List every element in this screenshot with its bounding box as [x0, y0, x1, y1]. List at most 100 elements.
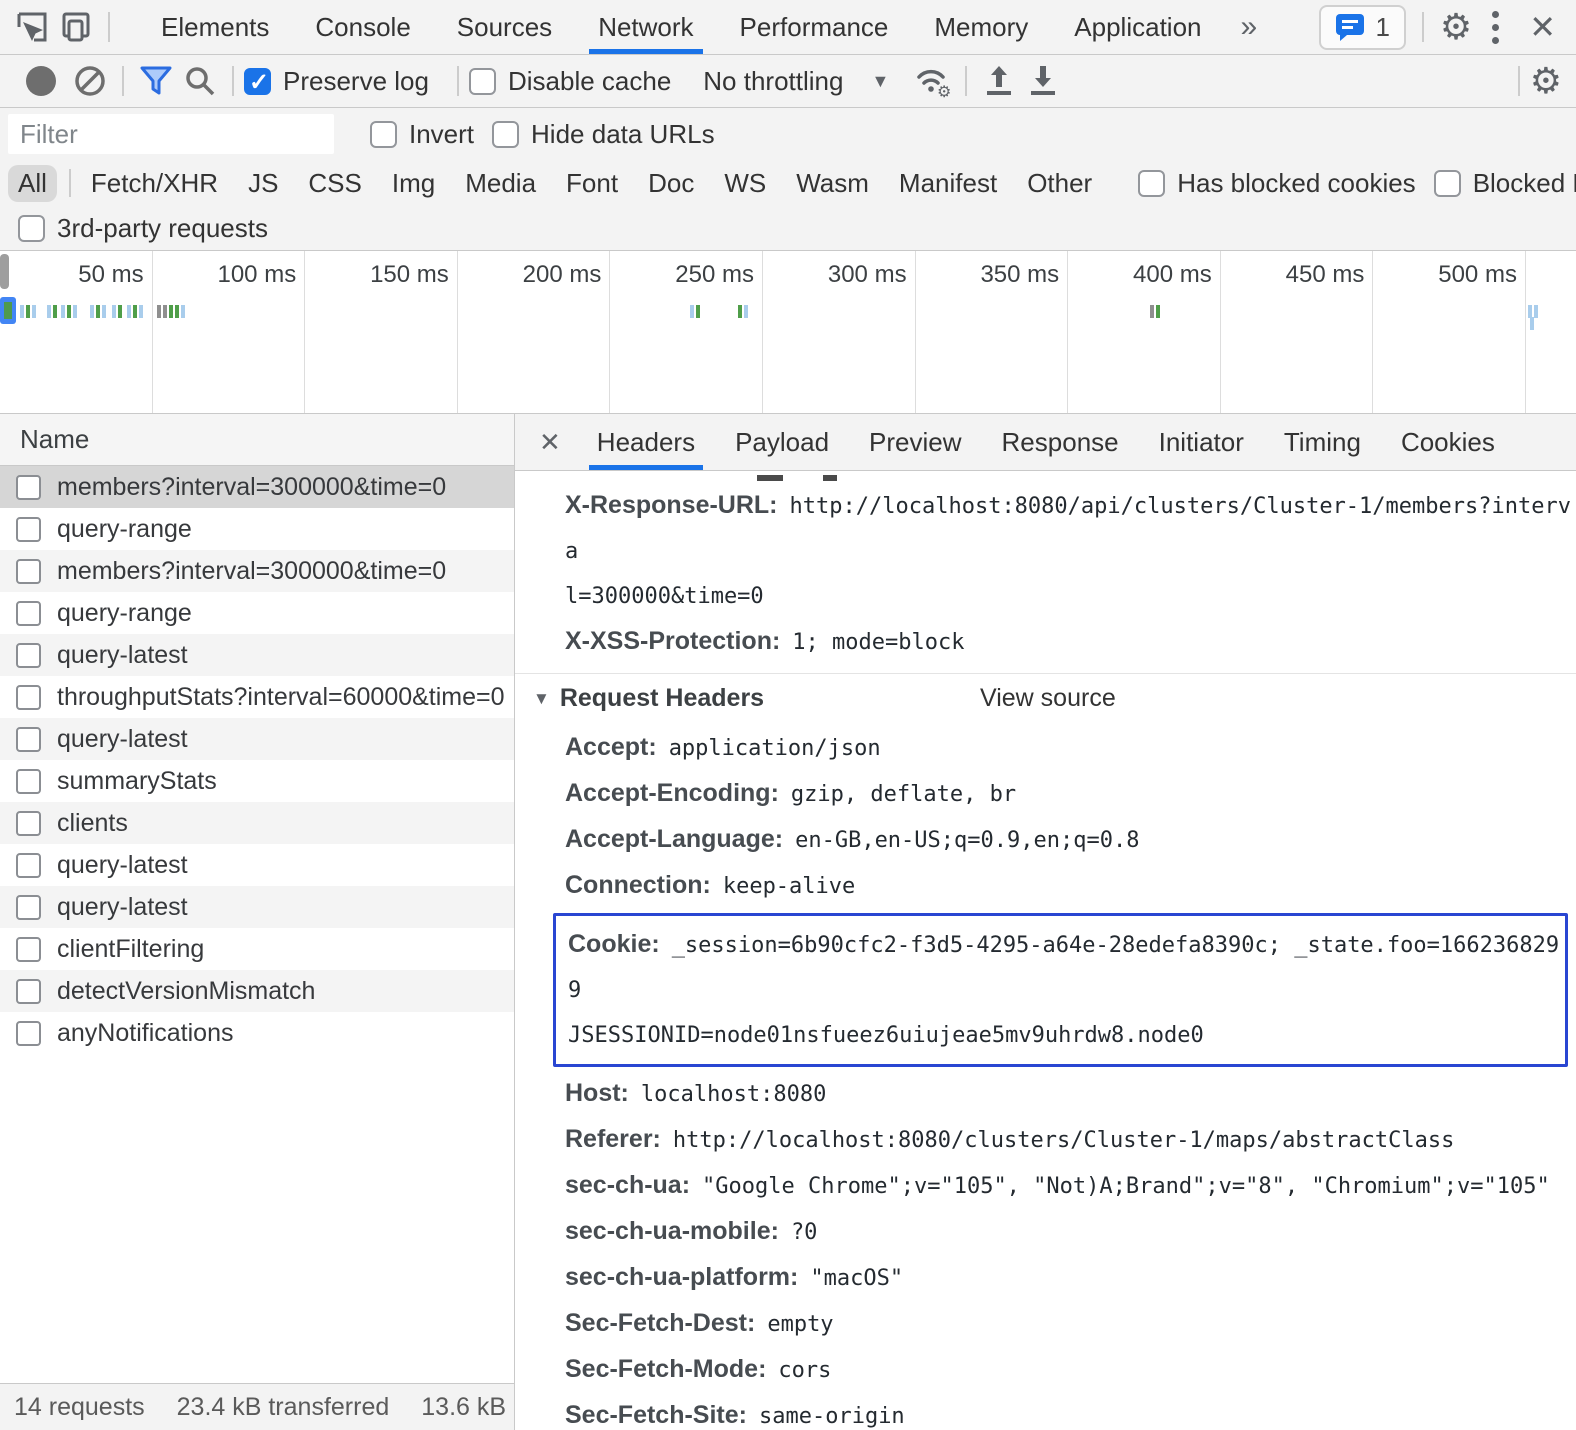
tab-sources[interactable]: Sources: [434, 0, 575, 54]
header-name: sec-ch-ua-platform:: [565, 1263, 798, 1291]
close-details-icon[interactable]: ✕: [523, 427, 577, 458]
disable-cache-checkbox[interactable]: [469, 68, 496, 95]
device-toolbar-icon[interactable]: [54, 5, 98, 49]
blocked-requests-checkbox[interactable]: [1434, 170, 1461, 197]
header-entry: Accept-Language:en-GB,en-US;q=0.9,en;q=0…: [565, 817, 1576, 863]
inspect-element-icon[interactable]: [10, 5, 54, 49]
issues-button[interactable]: 1: [1319, 5, 1405, 50]
header-name: Connection:: [565, 871, 711, 899]
tab-network[interactable]: Network: [575, 0, 716, 54]
has-blocked-cookies-checkbox[interactable]: [1138, 170, 1165, 197]
request-row-checkbox[interactable]: [16, 559, 41, 584]
header-value: empty: [767, 1312, 833, 1337]
details-tab-cookies[interactable]: Cookies: [1381, 414, 1515, 470]
hide-data-urls-checkbox[interactable]: [492, 121, 519, 148]
request-row-checkbox[interactable]: [16, 475, 41, 500]
header-value: _session=6b90cfc2-f3d5-4295-a64e-28edefa…: [568, 933, 1559, 1003]
type-filter-doc[interactable]: Doc: [638, 165, 704, 202]
request-row[interactable]: members?interval=300000&time=0: [0, 550, 514, 592]
request-row[interactable]: query-range: [0, 508, 514, 550]
name-column-header[interactable]: Name: [0, 414, 514, 466]
waterfall-mark: [20, 305, 36, 318]
type-filter-css[interactable]: CSS: [298, 165, 371, 202]
request-row[interactable]: query-latest: [0, 844, 514, 886]
throttling-dropdown[interactable]: No throttling ▼: [703, 66, 889, 97]
more-options-icon[interactable]: [1478, 11, 1513, 44]
request-row-checkbox[interactable]: [16, 685, 41, 710]
divider: [69, 169, 71, 197]
disclosure-triangle-icon[interactable]: ▼: [533, 689, 550, 708]
import-har-icon[interactable]: [977, 61, 1021, 101]
header-value: ?0: [791, 1220, 818, 1245]
tab-performance[interactable]: Performance: [717, 0, 912, 54]
overview-timeline[interactable]: 50 ms100 ms150 ms200 ms250 ms300 ms350 m…: [0, 251, 1576, 414]
filter-input[interactable]: [8, 114, 334, 154]
request-row[interactable]: throughputStats?interval=60000&time=0: [0, 676, 514, 718]
tab-console[interactable]: Console: [292, 0, 433, 54]
more-tabs-button[interactable]: »: [1225, 10, 1274, 44]
type-filter-img[interactable]: Img: [382, 165, 445, 202]
request-row[interactable]: query-latest: [0, 886, 514, 928]
request-row[interactable]: query-range: [0, 592, 514, 634]
status-item: 23.4 kB transferred: [177, 1393, 390, 1422]
settings-gear-icon[interactable]: ⚙: [1440, 9, 1472, 45]
request-row-checkbox[interactable]: [16, 895, 41, 920]
request-row-checkbox[interactable]: [16, 727, 41, 752]
network-settings-gear-icon[interactable]: ⚙: [1530, 63, 1562, 99]
search-icon[interactable]: [178, 61, 222, 101]
request-row-checkbox[interactable]: [16, 517, 41, 542]
request-row-checkbox[interactable]: [16, 811, 41, 836]
type-filter-media[interactable]: Media: [455, 165, 546, 202]
request-row-checkbox[interactable]: [16, 601, 41, 626]
request-row[interactable]: members?interval=300000&time=0: [0, 466, 514, 508]
tab-elements[interactable]: Elements: [138, 0, 292, 54]
type-filter-font[interactable]: Font: [556, 165, 628, 202]
waterfall-mark: [738, 305, 748, 318]
preserve-log-checkbox[interactable]: [244, 68, 271, 95]
details-tab-timing[interactable]: Timing: [1264, 414, 1381, 470]
details-tab-initiator[interactable]: Initiator: [1139, 414, 1264, 470]
network-conditions-icon[interactable]: ⚙: [911, 61, 955, 101]
type-filter-all[interactable]: All: [8, 165, 57, 202]
details-tab-preview[interactable]: Preview: [849, 414, 981, 470]
request-row-checkbox[interactable]: [16, 937, 41, 962]
request-row[interactable]: query-latest: [0, 718, 514, 760]
type-filter-wasm[interactable]: Wasm: [786, 165, 879, 202]
third-party-checkbox[interactable]: [18, 215, 45, 242]
clear-network-log-icon[interactable]: [68, 61, 112, 101]
request-row[interactable]: anyNotifications: [0, 1012, 514, 1054]
type-filter-manifest[interactable]: Manifest: [889, 165, 1007, 202]
filter-funnel-icon[interactable]: [134, 61, 178, 101]
request-row[interactable]: clients: [0, 802, 514, 844]
header-name: Sec-Fetch-Site:: [565, 1401, 747, 1429]
request-row-checkbox[interactable]: [16, 979, 41, 1004]
type-filter-js[interactable]: JS: [238, 165, 288, 202]
export-har-icon[interactable]: [1021, 61, 1065, 101]
type-filter-ws[interactable]: WS: [714, 165, 776, 202]
timeline-scroll-notch: [0, 254, 9, 289]
timeline-section: 400 ms: [1068, 251, 1221, 413]
type-filter-other[interactable]: Other: [1017, 165, 1102, 202]
header-name: sec-ch-ua:: [565, 1171, 690, 1199]
header-name: Referer:: [565, 1125, 661, 1153]
request-row[interactable]: clientFiltering: [0, 928, 514, 970]
timeline-tick-label: 250 ms: [675, 261, 762, 288]
details-tab-response[interactable]: Response: [982, 414, 1139, 470]
tab-memory[interactable]: Memory: [911, 0, 1051, 54]
invert-checkbox[interactable]: [370, 121, 397, 148]
request-row-checkbox[interactable]: [16, 643, 41, 668]
details-tab-headers[interactable]: Headers: [577, 414, 715, 470]
details-tab-payload[interactable]: Payload: [715, 414, 849, 470]
header-name: X-XSS-Protection:: [565, 627, 780, 655]
close-devtools-icon[interactable]: ✕: [1519, 8, 1566, 46]
request-row[interactable]: summaryStats: [0, 760, 514, 802]
request-row-checkbox[interactable]: [16, 1021, 41, 1046]
view-source-link[interactable]: View source: [980, 676, 1116, 720]
tab-application[interactable]: Application: [1051, 0, 1224, 54]
request-row[interactable]: query-latest: [0, 634, 514, 676]
type-filter-fetch-xhr[interactable]: Fetch/XHR: [81, 165, 228, 202]
record-network-log-button[interactable]: [26, 66, 56, 96]
request-row-checkbox[interactable]: [16, 769, 41, 794]
request-row-checkbox[interactable]: [16, 853, 41, 878]
request-row[interactable]: detectVersionMismatch: [0, 970, 514, 1012]
